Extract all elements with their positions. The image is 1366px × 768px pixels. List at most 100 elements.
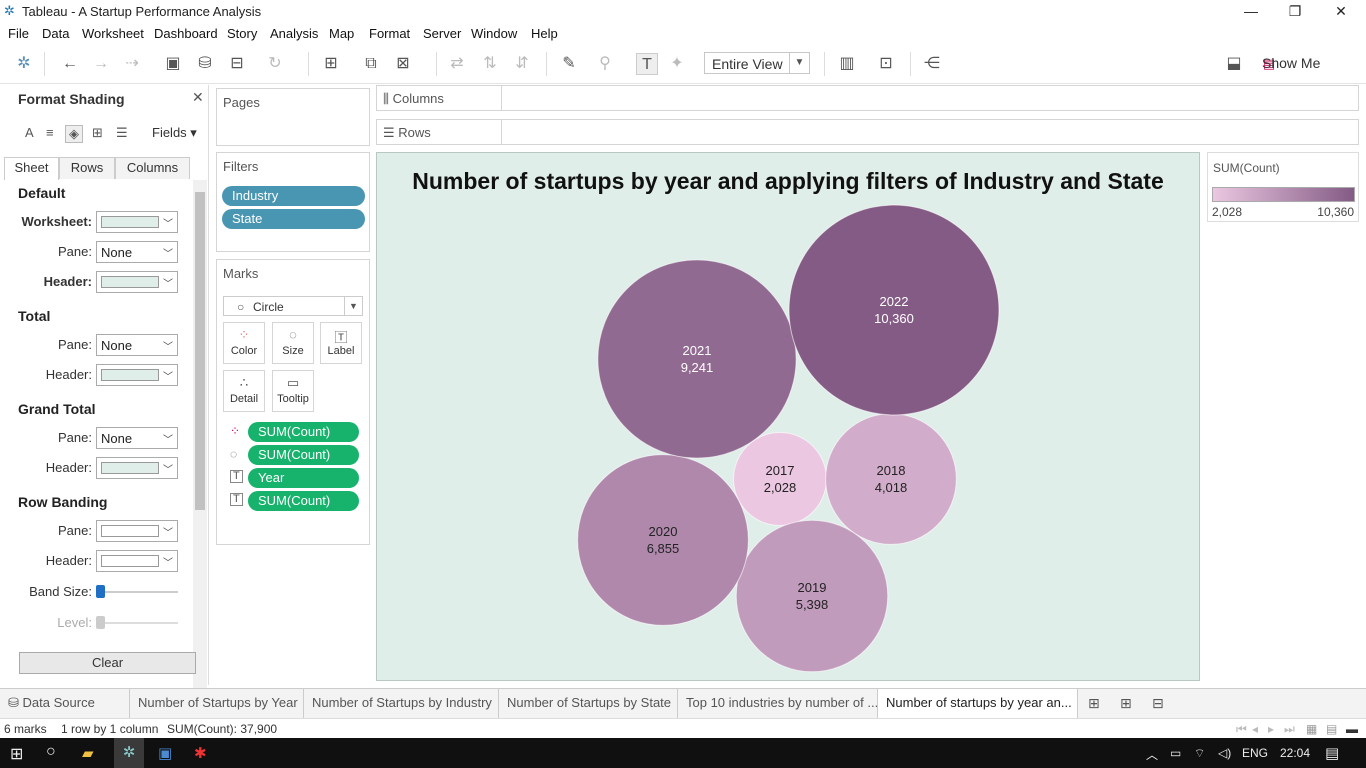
tab-rows[interactable]: Rows xyxy=(59,157,115,179)
minimize-icon[interactable]: — xyxy=(1228,0,1274,23)
new-worksheet-icon[interactable]: ⊞ xyxy=(1088,695,1100,712)
sheet-sorter-icon[interactable]: ▦ xyxy=(1306,722,1317,736)
lines-icon[interactable]: ☰ xyxy=(116,125,128,141)
app-taskbar-icon[interactable]: ▣ xyxy=(158,744,172,762)
new-datasource-icon[interactable]: ⛁ xyxy=(194,53,216,75)
clock[interactable]: 22:04 xyxy=(1280,746,1310,760)
bubble-chart[interactable]: Number of startups by year and applying … xyxy=(377,153,1199,680)
total-header-dropdown[interactable]: ﹀ xyxy=(96,364,178,386)
tab-startups-by-year-filtered[interactable]: Number of startups by year an... xyxy=(878,689,1078,718)
close-icon[interactable]: ✕ xyxy=(192,89,204,106)
mark-type-select[interactable]: ○ Circle ▼ xyxy=(223,296,363,316)
group-icon[interactable]: ⚲ xyxy=(594,53,616,75)
default-pane-dropdown[interactable]: None ﹀ xyxy=(96,241,178,263)
tab-startups-by-state[interactable]: Number of Startups by State xyxy=(499,689,678,718)
last-sheet-icon[interactable]: ⏭ xyxy=(1284,722,1295,737)
clear-sheet-icon[interactable]: ⊠ xyxy=(392,53,414,75)
banding-pane-dropdown[interactable]: ﹀ xyxy=(96,520,178,542)
fix-axes-icon[interactable]: ✦ xyxy=(666,53,688,75)
mark-pill-color-sum-count[interactable]: SUM(Count) xyxy=(248,422,359,442)
worksheet-shading-dropdown[interactable]: ﹀ xyxy=(96,211,178,233)
bubble-2018[interactable] xyxy=(825,413,957,545)
banding-header-dropdown[interactable]: ﹀ xyxy=(96,550,178,572)
wifi-icon[interactable]: ⌔ xyxy=(1194,746,1205,761)
file-explorer-icon[interactable]: ▰ xyxy=(82,744,94,762)
search-icon[interactable]: ○ xyxy=(46,743,56,761)
tab-startups-by-year[interactable]: Number of Startups by Year xyxy=(130,689,304,718)
viz-pane[interactable]: Number of startups by year and applying … xyxy=(376,152,1200,681)
tab-columns[interactable]: Columns xyxy=(115,157,190,179)
view-size-select[interactable]: Entire View ▼ xyxy=(704,52,810,74)
show-hidden-icons[interactable]: ︿ xyxy=(1146,746,1158,763)
notifications-icon[interactable]: ▤ xyxy=(1325,744,1339,762)
bubble-2017[interactable] xyxy=(733,432,827,526)
restore-icon[interactable]: ❐ xyxy=(1272,0,1318,23)
windows-start-icon[interactable]: ⊞ xyxy=(10,744,23,764)
mark-pill-label-sum-count[interactable]: SUM(Count) xyxy=(248,491,359,511)
volume-icon[interactable]: ◁) xyxy=(1218,746,1231,760)
format-painter-icon[interactable]: ⬓ xyxy=(1223,53,1245,75)
tableau-home-icon[interactable]: ✲ xyxy=(13,53,35,75)
swap-icon[interactable]: ⇄ xyxy=(446,53,468,75)
level-slider[interactable] xyxy=(96,622,178,624)
share-icon[interactable]: ⋲ xyxy=(921,53,943,75)
detail-button[interactable]: ∴ Detail xyxy=(223,370,265,412)
grand-total-pane-dropdown[interactable]: None ﹀ xyxy=(96,427,178,449)
next-sheet-icon[interactable]: ▸ xyxy=(1268,722,1274,736)
tabs-view-icon[interactable]: ▬ xyxy=(1346,722,1358,736)
color-legend[interactable]: SUM(Count) 2,028 10,360 xyxy=(1207,152,1359,222)
filters-card[interactable]: Filters Industry State xyxy=(216,152,370,252)
mark-pill-label-year[interactable]: Year xyxy=(248,468,359,488)
filter-pill-industry[interactable]: Industry xyxy=(222,186,365,206)
band-size-slider[interactable] xyxy=(96,591,178,593)
show-me-button[interactable]: Show Me xyxy=(1262,55,1320,71)
size-button[interactable]: ◌ Size xyxy=(272,322,314,364)
tableau-taskbar-icon[interactable]: ✲ xyxy=(114,738,144,768)
pages-card[interactable]: Pages xyxy=(216,88,370,146)
bubble-2022[interactable] xyxy=(788,204,1000,416)
color-button[interactable]: ⁘ Color xyxy=(223,322,265,364)
refresh-icon[interactable]: ↻ xyxy=(264,53,286,75)
menu-story[interactable]: Story xyxy=(227,26,257,41)
redo-icon[interactable]: → xyxy=(90,53,112,75)
undo-icon[interactable]: ← xyxy=(59,53,81,75)
mark-pill-size-sum-count[interactable]: SUM(Count) xyxy=(248,445,359,465)
tab-top-10-industries[interactable]: Top 10 industries by number of ... xyxy=(678,689,878,718)
columns-shelf[interactable]: ⫼ Columns xyxy=(376,85,1359,111)
bubble-2021[interactable] xyxy=(597,259,797,459)
highlight-icon[interactable]: ✎ xyxy=(558,53,580,75)
sort-desc-icon[interactable]: ⇵ xyxy=(511,53,533,75)
menu-analysis[interactable]: Analysis xyxy=(270,26,318,41)
sort-asc-icon[interactable]: ⇅ xyxy=(479,53,501,75)
duplicate-sheet-icon[interactable]: ⧉ xyxy=(360,53,382,75)
app2-taskbar-icon[interactable]: ✱ xyxy=(194,744,207,762)
grand-total-header-dropdown[interactable]: ﹀ xyxy=(96,457,178,479)
presentation-icon[interactable]: ⊡ xyxy=(875,53,897,75)
filter-pill-state[interactable]: State xyxy=(222,209,365,229)
menu-help[interactable]: Help xyxy=(531,26,558,41)
tab-sheet[interactable]: Sheet xyxy=(4,157,59,180)
new-dashboard-icon[interactable]: ⊞ xyxy=(1120,695,1132,712)
label-button[interactable]: 🅃 Label xyxy=(320,322,362,364)
prev-sheet-icon[interactable]: ◂ xyxy=(1252,722,1258,736)
default-header-dropdown[interactable]: ﹀ xyxy=(96,271,178,293)
save-icon[interactable]: ▣ xyxy=(162,53,184,75)
replay-icon[interactable]: ⇢ xyxy=(121,53,143,75)
tooltip-button[interactable]: ▭ Tooltip xyxy=(272,370,314,412)
new-story-icon[interactable]: ⊟ xyxy=(1152,695,1164,712)
tab-startups-by-industry[interactable]: Number of Startups by Industry xyxy=(304,689,499,718)
language-indicator[interactable]: ENG xyxy=(1242,746,1268,760)
font-icon[interactable]: A xyxy=(25,125,34,140)
new-worksheet-icon[interactable]: ⊞ xyxy=(320,53,342,75)
pause-updates-icon[interactable]: ⊟ xyxy=(226,53,248,75)
close-window-icon[interactable]: ✕ xyxy=(1318,0,1364,23)
menu-file[interactable]: File xyxy=(8,26,29,41)
tab-data-source[interactable]: ⛁ Data Source xyxy=(0,689,130,718)
borders-icon[interactable]: ⊞ xyxy=(92,125,103,141)
bubble-2019[interactable] xyxy=(735,519,889,673)
rows-shelf[interactable]: ☰ Rows xyxy=(376,119,1359,145)
alignment-icon[interactable]: ≡ xyxy=(46,125,54,140)
menu-map[interactable]: Map xyxy=(329,26,354,41)
first-sheet-icon[interactable]: ⏮ xyxy=(1236,722,1247,737)
band-size-handle[interactable] xyxy=(96,585,105,598)
